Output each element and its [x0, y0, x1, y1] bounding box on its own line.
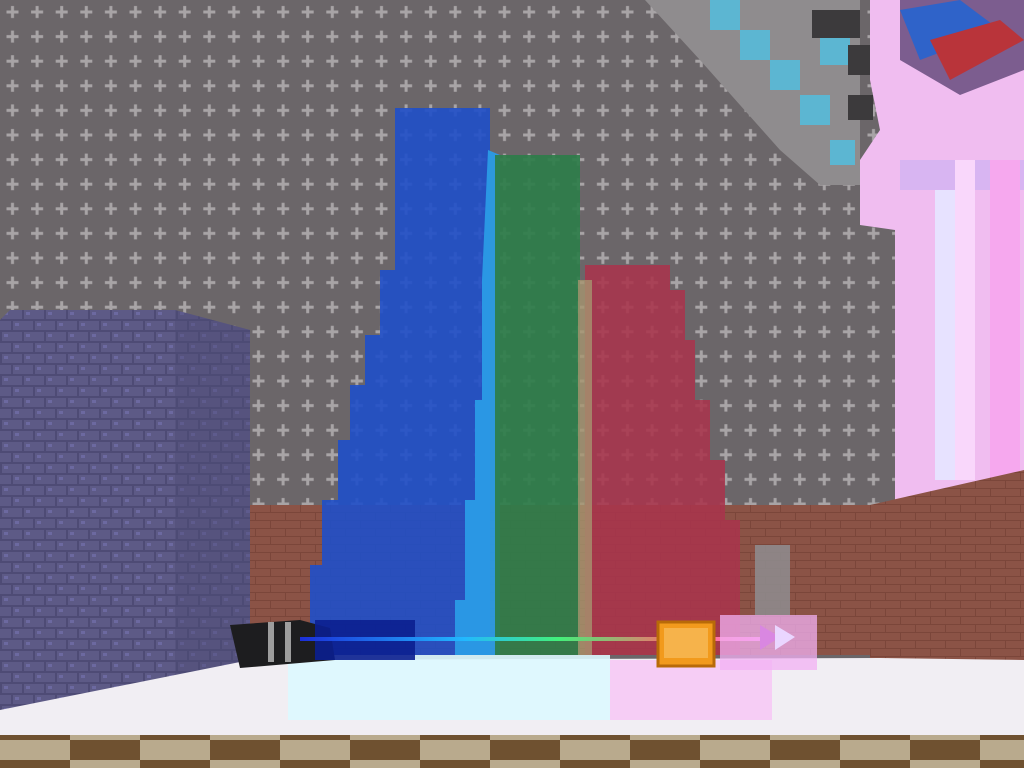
game-viewport[interactable]	[0, 0, 1024, 768]
cyan-glass-slab	[288, 655, 610, 720]
orange-block[interactable]	[656, 620, 716, 668]
green-column	[495, 155, 580, 655]
stone-block-left	[0, 310, 250, 710]
checker-floor	[0, 735, 1024, 768]
